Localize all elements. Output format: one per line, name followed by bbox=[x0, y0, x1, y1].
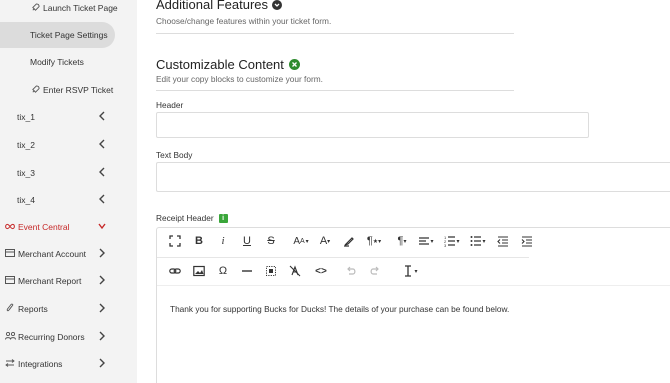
receipt-header-label-row: Receipt Header i bbox=[156, 213, 228, 223]
sidebar-item-tix-1[interactable]: tix_1 bbox=[0, 104, 137, 130]
sidebar-item-merchant-report[interactable]: Merchant Report bbox=[0, 268, 137, 294]
chevron-down-circle-icon[interactable] bbox=[272, 0, 283, 10]
sidebar-item-label: tix_4 bbox=[17, 195, 35, 205]
chevron-right-icon bbox=[99, 358, 105, 368]
image-icon[interactable] bbox=[187, 261, 211, 281]
chevron-left-icon bbox=[99, 139, 105, 149]
arrows-icon bbox=[5, 359, 15, 369]
svg-text:3: 3 bbox=[444, 243, 447, 247]
sidebar-item-label: tix_3 bbox=[17, 168, 35, 178]
sidebar-item-label: tix_2 bbox=[17, 140, 35, 150]
card-icon bbox=[5, 249, 15, 259]
card-icon bbox=[5, 276, 15, 286]
chevron-left-icon bbox=[99, 167, 105, 177]
sidebar-item-merchant-account[interactable]: Merchant Account bbox=[0, 241, 137, 267]
underline-icon[interactable]: U bbox=[235, 231, 259, 251]
chevron-right-icon bbox=[99, 331, 105, 341]
highlighter-icon[interactable] bbox=[337, 231, 361, 251]
bold-icon[interactable]: B bbox=[187, 231, 211, 251]
section-title: Additional Features bbox=[156, 0, 269, 12]
sidebar-item-recurring-donors[interactable]: Recurring Donors bbox=[0, 324, 137, 350]
header-input[interactable] bbox=[156, 112, 589, 138]
editor-content[interactable]: Thank you for supporting Bucks for Ducks… bbox=[170, 304, 509, 314]
sidebar-item-label: Reports bbox=[18, 304, 48, 314]
select-all-icon[interactable] bbox=[259, 261, 283, 281]
sidebar-item-enter-rsvp-ticket[interactable]: Enter RSVP Ticket bbox=[0, 77, 137, 103]
toolbar-divider bbox=[157, 257, 529, 258]
chevron-right-icon bbox=[99, 303, 105, 313]
sidebar-item-label: Recurring Donors bbox=[18, 332, 85, 342]
sidebar-item-ticket-page-settings[interactable]: Ticket Page Settings bbox=[0, 22, 115, 48]
sidebar-item-integrations[interactable]: Integrations bbox=[0, 351, 137, 377]
line-height-icon[interactable]: ▾ bbox=[397, 261, 423, 281]
align-icon[interactable]: ▾ bbox=[413, 231, 439, 251]
sidebar-item-label: tix_1 bbox=[17, 112, 35, 122]
sidebar-item-modify-tickets[interactable]: Modify Tickets bbox=[0, 49, 137, 75]
toolbar-bottom-divider bbox=[157, 285, 670, 286]
customizable-content-subtitle: Edit your copy blocks to customize your … bbox=[156, 74, 323, 84]
people-icon bbox=[5, 331, 16, 342]
text-body-label: Text Body bbox=[156, 150, 193, 160]
sidebar-item-launch-ticket-page[interactable]: Launch Ticket Page bbox=[0, 0, 137, 21]
link-icon[interactable] bbox=[163, 261, 187, 281]
sidebar-item-label: Event Central bbox=[18, 222, 70, 232]
header-label: Header bbox=[156, 100, 184, 110]
section-title: Customizable Content bbox=[156, 57, 284, 72]
chevron-left-icon bbox=[99, 194, 105, 204]
sidebar-item-event-central[interactable]: Event Central bbox=[0, 214, 137, 240]
special-characters-icon[interactable]: Ω bbox=[211, 261, 235, 281]
sidebar-item-label: Ticket Page Settings bbox=[30, 30, 108, 40]
text-color-icon[interactable]: A ▾ bbox=[313, 231, 337, 251]
divider bbox=[156, 33, 514, 34]
fullscreen-icon[interactable] bbox=[163, 231, 187, 251]
sidebar-item-tix-2[interactable]: tix_2 bbox=[0, 132, 137, 158]
info-icon[interactable]: i bbox=[218, 213, 228, 223]
sidebar-item-tix-3[interactable]: tix_3 bbox=[0, 160, 137, 186]
close-circle-icon[interactable] bbox=[288, 59, 300, 70]
sidebar-item-label: Merchant Report bbox=[18, 276, 82, 286]
paragraph-format-icon[interactable]: ¶ ▾ bbox=[389, 231, 415, 251]
additional-features-heading: Additional Features bbox=[156, 0, 283, 12]
unordered-list-icon[interactable]: ▾ bbox=[465, 231, 491, 251]
sidebar: Launch Ticket Page Ticket Page Settings … bbox=[0, 0, 137, 383]
chevron-right-icon bbox=[99, 248, 105, 258]
sidebar-item-reports[interactable]: Reports bbox=[0, 296, 137, 322]
redo-icon[interactable] bbox=[363, 261, 387, 281]
infinity-icon bbox=[5, 223, 15, 232]
chevron-down-icon bbox=[98, 223, 106, 230]
rocket-icon bbox=[30, 2, 40, 14]
code-view-icon[interactable]: <> bbox=[309, 261, 333, 281]
main-content: Additional Features Choose/change featur… bbox=[137, 0, 670, 383]
horizontal-line-icon[interactable] bbox=[235, 261, 259, 281]
receipt-header-label: Receipt Header bbox=[156, 213, 214, 223]
outdent-icon[interactable] bbox=[491, 231, 515, 251]
italic-icon[interactable]: i bbox=[211, 231, 235, 251]
font-size-icon[interactable]: A A ▾ bbox=[287, 231, 315, 251]
sidebar-item-label: Launch Ticket Page bbox=[43, 3, 118, 13]
text-body-input[interactable] bbox=[156, 162, 670, 192]
rocket-icon bbox=[30, 84, 40, 96]
additional-features-subtitle: Choose/change features within your ticke… bbox=[156, 16, 332, 26]
sidebar-item-label: Merchant Account bbox=[18, 249, 87, 259]
undo-icon[interactable] bbox=[339, 261, 363, 281]
sidebar-item-label: Enter RSVP Ticket bbox=[43, 85, 114, 95]
paperclip-icon bbox=[5, 303, 15, 315]
divider bbox=[156, 90, 514, 91]
chevron-left-icon bbox=[99, 111, 105, 121]
receipt-header-editor[interactable]: B i U S A A ▾ A ▾ ¶ ★▾ ¶ ▾ ▾ 1 2 3 ▾ ▾ Ω… bbox=[156, 227, 670, 383]
customizable-content-heading: Customizable Content bbox=[156, 57, 300, 72]
sidebar-item-tix-4[interactable]: tix_4 bbox=[0, 187, 137, 213]
ordered-list-icon[interactable]: 1 2 3 ▾ bbox=[439, 231, 465, 251]
sidebar-item-label: Modify Tickets bbox=[30, 57, 84, 67]
paragraph-style-icon[interactable]: ¶ ★▾ bbox=[361, 231, 387, 251]
chevron-right-icon bbox=[99, 275, 105, 285]
clear-formatting-icon[interactable] bbox=[283, 261, 307, 281]
sidebar-item-label: Integrations bbox=[18, 359, 63, 369]
strikethrough-icon[interactable]: S bbox=[259, 231, 283, 251]
indent-icon[interactable] bbox=[515, 231, 539, 251]
